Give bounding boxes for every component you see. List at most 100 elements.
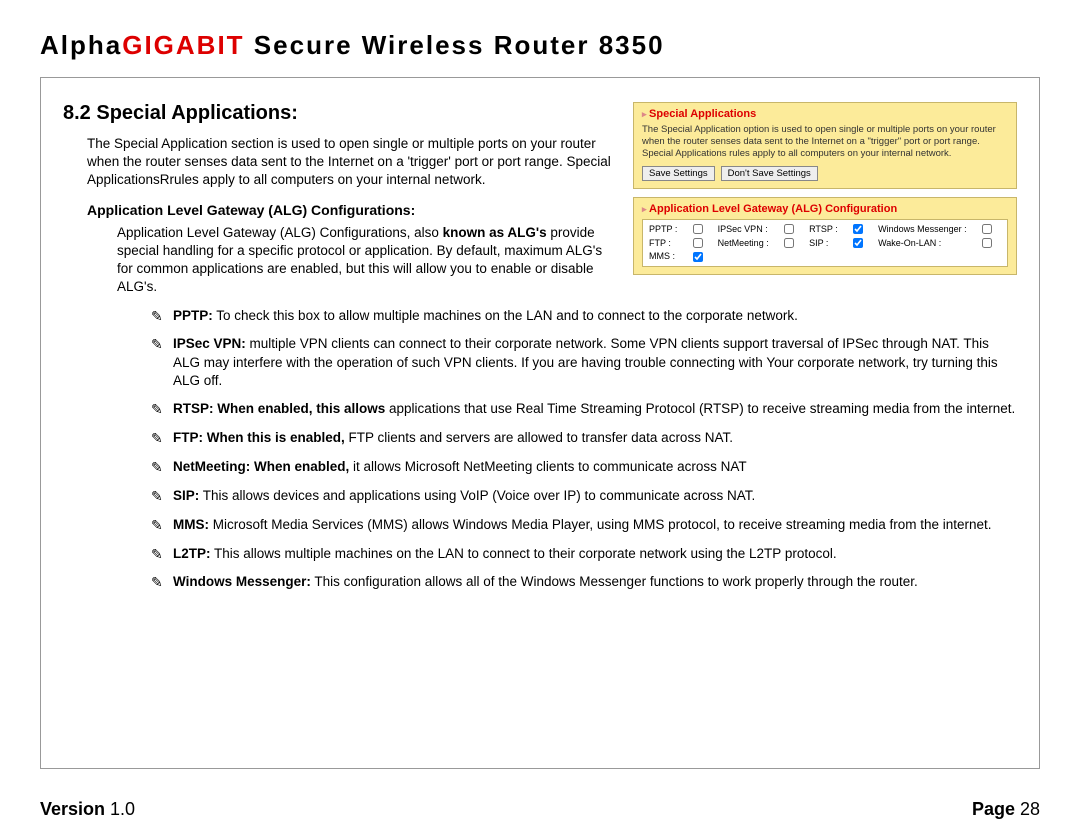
alg-option-ftp: FTP	[649, 238, 687, 248]
panel-special-applications: Special Applications The Special Applica…	[633, 102, 1017, 189]
alg-option-netmeeting: NetMeeting	[718, 238, 778, 248]
item-name: MMS:	[173, 517, 209, 532]
item-name: FTP:	[173, 430, 203, 445]
alg-checkbox-windows-messenger[interactable]	[982, 224, 992, 234]
alg-option-mms: MMS	[649, 251, 687, 261]
list-item: ✎SIP: This allows devices and applicatio…	[151, 487, 1017, 506]
item-name: PPTP:	[173, 308, 213, 323]
page-title: AlphaGIGABIT Secure Wireless Router 8350	[40, 30, 1040, 61]
item-name: SIP:	[173, 488, 199, 503]
item-content: FTP: When this is enabled, FTP clients a…	[173, 429, 1017, 448]
list-item: ✎NetMeeting: When enabled, it allows Mic…	[151, 458, 1017, 477]
alg-option-label: PPTP	[649, 224, 677, 234]
item-content: L2TP: This allows multiple machines on t…	[173, 545, 1017, 564]
pencil-icon: ✎	[151, 307, 173, 326]
alg-checkbox-wake-on-lan[interactable]	[982, 238, 992, 248]
panel1-desc: The Special Application option is used t…	[642, 124, 1008, 160]
intro-column: 8.2 Special Applications: The Special Ap…	[63, 102, 615, 307]
alg-checkbox-ipsec-vpn[interactable]	[784, 224, 794, 234]
alg-checkbox-pptp[interactable]	[693, 224, 703, 234]
save-settings-button[interactable]: Save Settings	[642, 166, 715, 181]
panel-alg-config: Application Level Gateway (ALG) Configur…	[633, 197, 1017, 275]
item-name: Windows Messenger:	[173, 574, 311, 589]
item-text: FTP clients and servers are allowed to t…	[345, 430, 733, 445]
item-content: Windows Messenger: This configuration al…	[173, 573, 1017, 592]
item-text: it allows Microsoft NetMeeting clients t…	[349, 459, 746, 474]
item-content: RTSP: When enabled, this allows applicat…	[173, 400, 1017, 419]
alg-checkbox-mms[interactable]	[693, 252, 703, 262]
item-name: L2TP:	[173, 546, 211, 561]
brand-part1: Alpha	[40, 30, 122, 60]
item-content: NetMeeting: When enabled, it allows Micr…	[173, 458, 1017, 477]
alg-option-label: RTSP	[809, 224, 838, 234]
pencil-icon: ✎	[151, 545, 173, 564]
alg-option-pptp: PPTP	[649, 224, 687, 234]
alg-option-label: IPSec VPN	[718, 224, 768, 234]
item-bold-lead: When this is enabled,	[203, 430, 345, 445]
brand-part2: GIGABIT	[122, 30, 244, 60]
pencil-icon: ✎	[151, 458, 173, 477]
version-label: Version	[40, 799, 110, 819]
alg-option-ipsec-vpn: IPSec VPN	[718, 224, 778, 234]
item-text: applications that use Real Time Streamin…	[385, 401, 1015, 416]
alg-grid: PPTP IPSec VPN RTSP Windows Messenger FTP Net…	[642, 219, 1008, 267]
panel1-buttons: Save Settings Don't Save Settings	[642, 166, 1008, 181]
version-number: 1.0	[110, 799, 135, 819]
pencil-icon: ✎	[151, 335, 173, 390]
alg-intro-bold: known as ALG's	[443, 225, 547, 240]
item-content: IPSec VPN: multiple VPN clients can conn…	[173, 335, 1017, 390]
item-text: multiple VPN clients can connect to thei…	[173, 336, 998, 387]
alg-option-windows-messenger: Windows Messenger	[878, 224, 976, 234]
item-text: This configuration allows all of the Win…	[311, 574, 918, 589]
item-name: NetMeeting:	[173, 459, 250, 474]
item-text: To check this box to allow multiple mach…	[213, 308, 798, 323]
pencil-icon: ✎	[151, 573, 173, 592]
list-item: ✎FTP: When this is enabled, FTP clients …	[151, 429, 1017, 448]
item-bold-lead: When enabled,	[250, 459, 349, 474]
list-item: ✎PPTP: To check this box to allow multip…	[151, 307, 1017, 326]
alg-option-sip: SIP	[809, 238, 847, 248]
alg-option-label: FTP	[649, 238, 671, 248]
dont-save-settings-button[interactable]: Don't Save Settings	[721, 166, 818, 181]
list-item: ✎Windows Messenger: This configuration a…	[151, 573, 1017, 592]
item-content: MMS: Microsoft Media Services (MMS) allo…	[173, 516, 1017, 535]
panel2-title: Application Level Gateway (ALG) Configur…	[642, 203, 1008, 215]
alg-heading: Application Level Gateway (ALG) Configur…	[87, 202, 615, 218]
alg-checkbox-sip[interactable]	[853, 238, 863, 248]
list-item: ✎RTSP: When enabled, this allows applica…	[151, 400, 1017, 419]
list-item: ✎MMS: Microsoft Media Services (MMS) all…	[151, 516, 1017, 535]
page-value: 28	[1020, 799, 1040, 819]
alg-option-label: Windows Messenger	[878, 224, 967, 234]
page-label: Page	[972, 799, 1020, 819]
alg-checkbox-ftp[interactable]	[693, 238, 703, 248]
list-item: ✎IPSec VPN: multiple VPN clients can con…	[151, 335, 1017, 390]
page-number: Page 28	[972, 799, 1040, 820]
alg-checkbox-rtsp[interactable]	[853, 224, 863, 234]
item-name: RTSP:	[173, 401, 214, 416]
list-item: ✎L2TP: This allows multiple machines on …	[151, 545, 1017, 564]
item-content: SIP: This allows devices and application…	[173, 487, 1017, 506]
item-bold-lead: When enabled, this allows	[214, 401, 386, 416]
item-content: PPTP: To check this box to allow multipl…	[173, 307, 1017, 326]
pencil-icon: ✎	[151, 429, 173, 448]
intro-text: The Special Application section is used …	[87, 135, 615, 190]
alg-intro: Application Level Gateway (ALG) Configur…	[117, 224, 615, 297]
document-page: AlphaGIGABIT Secure Wireless Router 8350…	[0, 0, 1080, 834]
alg-option-label: NetMeeting	[718, 238, 769, 248]
section-title: 8.2 Special Applications:	[63, 102, 615, 125]
product-name: Secure Wireless Router 8350	[245, 30, 665, 60]
alg-checkbox-netmeeting[interactable]	[784, 238, 794, 248]
alg-items-list: ✎PPTP: To check this box to allow multip…	[151, 307, 1017, 593]
pencil-icon: ✎	[151, 400, 173, 419]
alg-option-wake-on-lan: Wake-On-LAN	[878, 238, 976, 248]
alg-intro-pre: Application Level Gateway (ALG) Configur…	[117, 225, 443, 240]
item-text: This allows devices and applications usi…	[199, 488, 755, 503]
item-name: IPSec VPN:	[173, 336, 246, 351]
version: Version 1.0	[40, 799, 135, 820]
top-row: 8.2 Special Applications: The Special Ap…	[63, 102, 1017, 307]
pencil-icon: ✎	[151, 516, 173, 535]
item-text: Microsoft Media Services (MMS) allows Wi…	[209, 517, 992, 532]
panel1-title: Special Applications	[642, 108, 1008, 120]
alg-option-label: SIP	[809, 238, 828, 248]
alg-option-label: Wake-On-LAN	[878, 238, 941, 248]
